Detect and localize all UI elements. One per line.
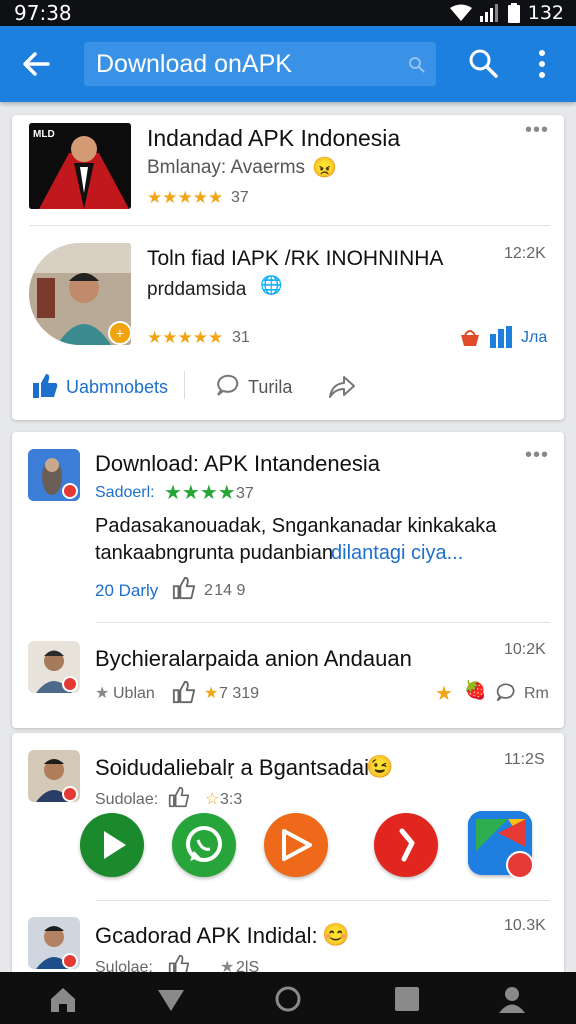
globe-icon: 🌐 xyxy=(260,275,283,295)
file-size: 11:2S xyxy=(504,751,545,768)
app-bar: Download onAPK xyxy=(0,26,576,102)
share-icon[interactable] xyxy=(328,375,356,399)
app-list-card: MLD Indandad APK Indonesia Bmlanay: Avae… xyxy=(12,115,564,420)
notification-badge xyxy=(506,851,534,879)
post-source: Sudolae: xyxy=(95,791,159,808)
like-count: 3:3 xyxy=(220,791,243,808)
svg-text:MLD: MLD xyxy=(33,129,55,140)
post-title[interactable]: Gcadorad APK Indidal: xyxy=(95,923,318,949)
read-more-link[interactable]: dilantagi ciya... xyxy=(331,542,463,565)
thumbs-up-outline-icon[interactable] xyxy=(172,576,196,600)
google-play-icon[interactable] xyxy=(468,811,534,879)
play-store-icon[interactable] xyxy=(80,813,144,877)
chart-bars-icon[interactable] xyxy=(489,326,513,348)
thumbs-up-icon[interactable] xyxy=(32,373,58,399)
profile-icon[interactable] xyxy=(497,984,527,1014)
thumbnail-image: MLD xyxy=(29,123,131,209)
status-icons: 132 xyxy=(449,0,564,26)
basket-icon[interactable] xyxy=(459,327,481,347)
recent-apps-icon[interactable] xyxy=(392,984,422,1014)
post-source[interactable]: Sadoerl: xyxy=(95,484,155,502)
signal-icon xyxy=(479,4,498,22)
post-tag: Ublan xyxy=(113,685,155,702)
reaction-icon: 🍓 xyxy=(464,680,487,700)
star-icon: ★ xyxy=(435,683,453,705)
file-size: 10:2K xyxy=(504,641,546,658)
music-icon[interactable] xyxy=(374,813,438,877)
app-title[interactable]: Toln fiad IAPK /RK INOHNINHA xyxy=(147,247,443,271)
post-body: Padasakanouadak, Sngankanadar kinkakaka xyxy=(95,515,497,537)
emoji-icon: 😉 xyxy=(366,754,394,779)
file-size: 12:2K xyxy=(504,245,546,262)
rating-stars-icon: ★★★★★ xyxy=(147,328,224,347)
action-divider xyxy=(184,371,185,399)
comment-button[interactable]: Turila xyxy=(248,377,292,398)
video-player-icon[interactable] xyxy=(264,813,328,877)
more-menu-icon[interactable]: ••• xyxy=(525,444,549,467)
rating-stars-icon: ★★★★★ xyxy=(147,188,224,207)
download-badge-icon: + xyxy=(108,321,132,345)
app-subtitle: Bmlanay: Avaerms xyxy=(147,157,306,178)
post-days: 20 Darly xyxy=(95,581,159,600)
emoji-icon: 😠 xyxy=(312,157,337,179)
post-list-card: Soidudaliebalṛ a Bgantsadai 😉 11:2S Sudo… xyxy=(12,733,564,983)
rating-count: 37 xyxy=(236,485,254,502)
home-circle-icon[interactable] xyxy=(273,984,303,1014)
status-time: 97:38 xyxy=(14,1,72,25)
home-icon[interactable] xyxy=(48,984,78,1014)
comment-icon[interactable] xyxy=(214,373,240,399)
more-menu-icon[interactable]: ••• xyxy=(525,119,549,142)
rating-count: 37 xyxy=(231,189,249,206)
divider xyxy=(96,622,550,623)
app-thumbnail[interactable]: MLD xyxy=(29,123,131,209)
post-title[interactable]: Download: APK Intandenesia xyxy=(95,451,380,477)
more-options-icon[interactable] xyxy=(528,46,556,82)
rating-count: 31 xyxy=(232,329,250,346)
search-query[interactable]: Download onAPK xyxy=(96,50,292,79)
comment-icon[interactable] xyxy=(494,682,516,704)
like-count: 2 14 9 xyxy=(204,582,246,599)
post-list-card: Download: APK Intandenesia ••• Sadoerl: … xyxy=(12,432,564,728)
status-badge xyxy=(62,953,78,969)
back-arrow-icon[interactable] xyxy=(18,46,54,82)
action-label[interactable]: Jла xyxy=(521,329,547,347)
file-size: 10.3K xyxy=(504,917,546,934)
like-button[interactable]: Uabmnobets xyxy=(66,377,168,398)
star-icon: ★ xyxy=(95,685,110,702)
star-icon: ☆ xyxy=(205,791,220,808)
search-mini-icon xyxy=(409,57,425,73)
status-badge xyxy=(62,676,78,692)
back-triangle-icon[interactable] xyxy=(156,984,186,1014)
like-count: 7 319 xyxy=(219,685,260,702)
action-label[interactable]: Rm xyxy=(524,685,549,703)
status-badge xyxy=(62,483,78,499)
post-title[interactable]: Soidudaliebalṛ a Bgantsadai xyxy=(95,755,369,781)
navigation-bar xyxy=(0,972,576,1024)
divider xyxy=(96,900,550,901)
app-title[interactable]: Indandad APK Indonesia xyxy=(147,125,400,152)
search-field[interactable]: Download onAPK xyxy=(84,42,436,86)
app-subtitle: prddamsida xyxy=(147,279,247,300)
battery-level: 132 xyxy=(527,2,564,24)
emoji-icon: 😊 xyxy=(322,922,350,947)
divider xyxy=(29,225,550,226)
star-icon: ★ xyxy=(204,685,219,702)
search-icon[interactable] xyxy=(466,46,500,80)
thumbs-up-outline-icon[interactable] xyxy=(168,786,190,808)
post-body: tankaabngrunta pudanbian xyxy=(95,542,333,564)
battery-icon xyxy=(507,3,520,23)
status-bar: 97:38 132 xyxy=(0,0,576,26)
wifi-icon xyxy=(449,4,472,21)
status-badge xyxy=(62,786,78,802)
rating-stars-icon: ★★★★ xyxy=(164,482,236,504)
whatsapp-icon[interactable] xyxy=(172,813,236,877)
thumbs-up-outline-icon[interactable] xyxy=(172,680,196,704)
post-title[interactable]: Bychieralarpaida anion Andauan xyxy=(95,646,412,672)
